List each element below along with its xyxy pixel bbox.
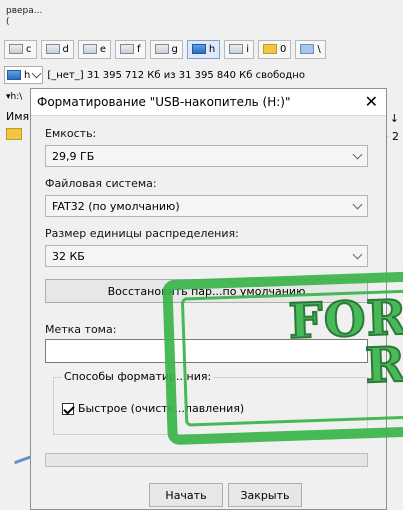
allocation-value: 32 КБ (52, 249, 85, 263)
drive-label: e (99, 43, 107, 55)
chevron-down-icon (352, 149, 363, 160)
dialog-title: Форматирование "USB-накопитель (H:)" (37, 95, 291, 109)
drive-label: h (208, 43, 216, 55)
network-button[interactable]: \ (295, 39, 326, 59)
volume-label: Метка тома: (45, 323, 117, 336)
drive-label: \ (317, 43, 321, 55)
drive-select[interactable]: h (4, 66, 44, 84)
chevron-down-icon (352, 199, 363, 210)
free-space-status: [_нет_] 31 395 712 Кб из 31 395 840 Кб с… (47, 69, 305, 81)
allocation-label: Размер единицы распределения: (45, 227, 239, 240)
allocation-select[interactable]: 32 КБ (45, 245, 368, 267)
capacity-value: 29,9 ГБ (52, 149, 95, 163)
panel-path: ▾h:\ (6, 92, 23, 102)
network-icon (300, 44, 315, 54)
close-button[interactable]: Закрыть (228, 483, 302, 507)
caption-line-2: ( (6, 17, 10, 27)
drive-icon (45, 44, 60, 54)
folder-icon (263, 44, 278, 54)
chevron-down-icon (352, 249, 363, 260)
capacity-select[interactable]: 29,9 ГБ (45, 145, 368, 167)
drive-label: c (26, 43, 32, 55)
watermark-stamp: FOR RE (162, 269, 403, 446)
filesystem-label: Файловая система: (45, 177, 157, 190)
drive-g-button[interactable]: g (149, 39, 183, 59)
drive-icon (120, 44, 135, 54)
drive-e-button[interactable]: e (77, 39, 112, 59)
stamp-text-line-2: RE (363, 335, 403, 396)
dialog-titlebar: Форматирование "USB-накопитель (H:)" ✕ (31, 89, 386, 116)
path-bar: h [_нет_] 31 395 712 Кб из 31 395 840 Кб… (4, 66, 305, 84)
format-progress-bar (45, 453, 368, 467)
drive-icon (9, 44, 23, 54)
start-button[interactable]: Начать (149, 483, 223, 507)
column-name-header[interactable]: Имя (6, 110, 29, 123)
close-icon[interactable]: ✕ (365, 94, 378, 110)
chevron-down-icon (31, 68, 42, 79)
drive-label: i (246, 43, 250, 55)
caption-line-1: рвера... (6, 6, 43, 16)
drive-select-value: h (24, 69, 31, 81)
folder-icon (6, 128, 22, 140)
sort-indicator[interactable]: ↓ (390, 112, 399, 125)
drive-d-button[interactable]: d (40, 39, 74, 59)
drive-icon (82, 44, 97, 54)
window-caption: рвера... ( (6, 6, 42, 28)
drive-f-button[interactable]: f (115, 39, 146, 59)
filesystem-value: FAT32 (по умолчанию) (52, 199, 180, 213)
drive-icon (229, 44, 244, 54)
drive-i-button[interactable]: i (224, 39, 255, 59)
capacity-label: Емкость: (45, 127, 97, 140)
drive-c-button[interactable]: c (4, 39, 37, 59)
drive-label: 0 (280, 43, 287, 55)
drive-icon (154, 44, 169, 54)
filesystem-select[interactable]: FAT32 (по умолчанию) (45, 195, 368, 217)
drive-0-button[interactable]: 0 (258, 39, 292, 59)
drive-label: g (171, 43, 178, 55)
drive-toolbar: c d e f g h i 0 \ (4, 38, 326, 60)
quick-format-checkbox[interactable] (62, 402, 74, 415)
drive-h-button[interactable]: h (186, 39, 221, 59)
usb-drive-icon (191, 44, 206, 54)
usb-drive-icon (7, 70, 21, 80)
drive-label: f (137, 43, 141, 55)
drive-label: d (62, 43, 69, 55)
